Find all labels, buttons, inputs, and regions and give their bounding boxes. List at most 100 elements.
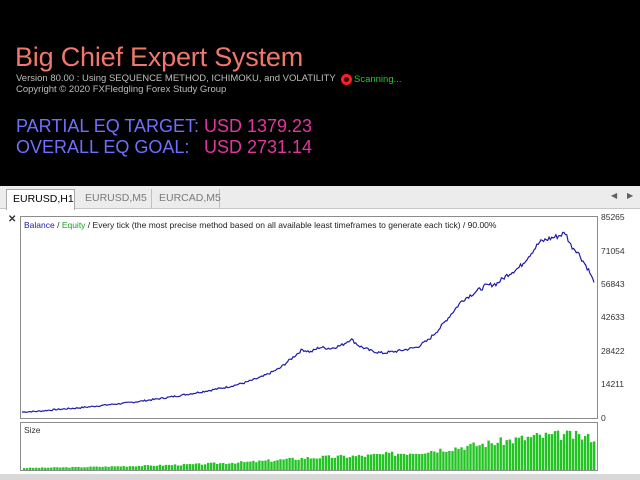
size-bar bbox=[128, 466, 131, 470]
size-bar bbox=[309, 458, 312, 470]
size-bar bbox=[378, 454, 382, 470]
size-bar bbox=[122, 466, 125, 470]
size-bar bbox=[544, 432, 548, 470]
size-bar bbox=[92, 466, 95, 470]
tab-eurcad-m5[interactable]: EURCAD,M5 bbox=[153, 189, 221, 209]
size-bar bbox=[246, 461, 249, 470]
size-bar bbox=[375, 454, 379, 470]
size-bar bbox=[173, 464, 177, 470]
size-bar bbox=[161, 465, 165, 470]
size-bar bbox=[593, 441, 596, 470]
triangle-left-icon[interactable]: ◀ bbox=[611, 191, 617, 200]
size-bar bbox=[547, 434, 551, 470]
size-bar bbox=[297, 459, 300, 470]
size-bar bbox=[315, 458, 318, 470]
y-tick-label: 14211 bbox=[601, 379, 625, 390]
size-bar bbox=[390, 451, 394, 470]
size-bar bbox=[279, 459, 282, 470]
size-bar bbox=[303, 459, 306, 470]
size-bar bbox=[225, 463, 228, 470]
size-bar bbox=[267, 459, 270, 470]
size-bar bbox=[77, 466, 80, 470]
size-bar bbox=[436, 452, 439, 470]
size-bar bbox=[56, 467, 59, 470]
size-bar bbox=[565, 430, 569, 470]
size-bar bbox=[400, 453, 403, 470]
size-bar bbox=[288, 457, 291, 470]
size-bar bbox=[424, 453, 427, 470]
size-bar bbox=[433, 451, 436, 470]
size-bar bbox=[83, 467, 86, 470]
size-bar bbox=[282, 459, 285, 470]
size-bar bbox=[451, 451, 454, 470]
size-bar bbox=[294, 459, 297, 470]
size-bar bbox=[270, 461, 273, 470]
size-bar bbox=[511, 443, 514, 470]
size-bar bbox=[517, 437, 520, 470]
size-bar bbox=[68, 467, 71, 470]
tab-eurusd-h1[interactable]: EURUSD,H1 bbox=[6, 189, 75, 210]
size-bar bbox=[590, 442, 593, 470]
size-bar bbox=[116, 466, 119, 470]
size-histogram bbox=[23, 430, 596, 470]
size-bar bbox=[146, 465, 150, 470]
size-bar bbox=[532, 435, 536, 470]
size-bar bbox=[23, 468, 26, 470]
size-bar bbox=[237, 462, 240, 470]
y-tick-label: 28422 bbox=[601, 345, 625, 356]
tab-eurusd-m5[interactable]: EURUSD,M5 bbox=[79, 189, 152, 209]
size-bar bbox=[140, 466, 143, 470]
size-bar bbox=[143, 465, 146, 470]
size-bar bbox=[360, 455, 364, 470]
expert-title: Big Chief Expert System bbox=[15, 42, 304, 72]
size-bar bbox=[152, 465, 156, 470]
size-bar bbox=[403, 453, 406, 470]
size-bar bbox=[502, 445, 505, 470]
size-bar bbox=[101, 466, 104, 470]
size-bar bbox=[113, 466, 116, 470]
size-bar bbox=[276, 460, 279, 470]
size-bar bbox=[430, 451, 433, 470]
size-bar bbox=[134, 466, 137, 470]
size-bar bbox=[125, 466, 128, 470]
size-bar bbox=[149, 465, 153, 470]
size-bar bbox=[318, 458, 321, 470]
size-bar bbox=[264, 460, 267, 470]
size-bar bbox=[336, 455, 340, 470]
size-bar bbox=[574, 430, 578, 470]
size-bar bbox=[182, 463, 186, 470]
size-bar bbox=[207, 462, 210, 470]
size-bar bbox=[65, 467, 68, 470]
size-bar bbox=[185, 464, 189, 470]
size-bar bbox=[381, 454, 385, 470]
version-line: Version 80.00 : Using SEQUENCE METHOD, I… bbox=[16, 73, 336, 84]
size-bar bbox=[499, 437, 502, 470]
triangle-right-icon[interactable]: ▶ bbox=[627, 191, 633, 200]
size-bar bbox=[490, 443, 493, 470]
balance-series-line bbox=[21, 231, 595, 414]
overall-eq-value: USD 2731.14 bbox=[204, 137, 313, 157]
size-bar bbox=[98, 466, 101, 470]
size-bar bbox=[44, 467, 47, 470]
size-bar bbox=[505, 440, 508, 470]
size-bar bbox=[240, 461, 243, 470]
y-tick-label: 56843 bbox=[601, 279, 625, 289]
size-bar bbox=[526, 436, 530, 470]
size-bar bbox=[213, 462, 216, 470]
size-bar bbox=[478, 445, 481, 470]
size-bar bbox=[285, 458, 288, 470]
size-bar bbox=[29, 467, 32, 470]
size-bar bbox=[32, 467, 35, 470]
x-close-icon[interactable]: ✕ bbox=[8, 214, 16, 225]
size-bar bbox=[312, 458, 315, 470]
size-bar bbox=[74, 467, 77, 470]
size-bar bbox=[216, 464, 219, 470]
size-bar bbox=[339, 454, 343, 470]
y-tick-label: 42633 bbox=[601, 312, 625, 323]
size-bar bbox=[234, 463, 237, 470]
chart-legend: Balance / Equity / Every tick (the most … bbox=[24, 220, 496, 230]
size-bar bbox=[514, 437, 517, 470]
size-bar bbox=[53, 467, 56, 470]
size-bar bbox=[327, 455, 330, 470]
size-bar bbox=[249, 461, 252, 470]
